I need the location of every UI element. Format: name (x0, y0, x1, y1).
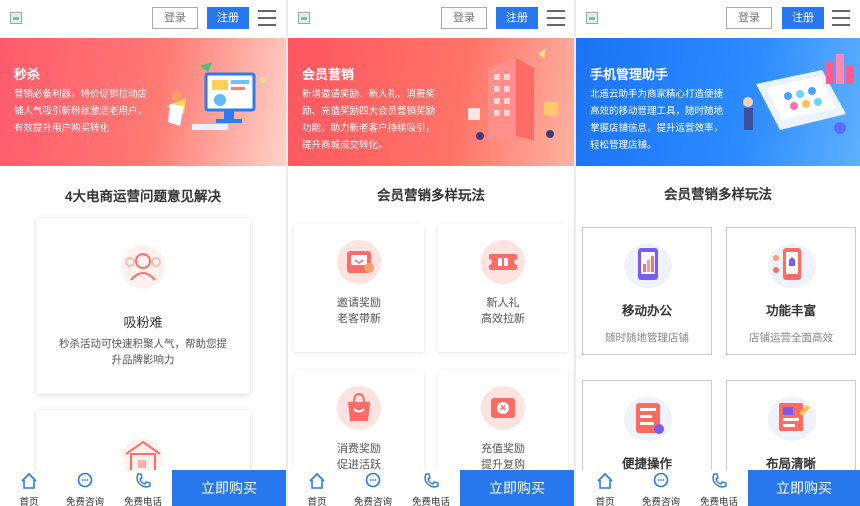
banner-text: 新增邀请奖励、新人礼、消费奖励、充值奖励四大会员营销奖励功能，助力新老客户持续吸… (302, 89, 436, 151)
footer-consult-label: 免费咨询 (641, 497, 680, 506)
footer-consult-label: 免费咨询 (353, 497, 392, 506)
card-title: 邀请奖励 (337, 297, 381, 309)
login-button[interactable]: 登录 (441, 7, 487, 29)
hamburger-menu-icon[interactable] (258, 10, 276, 26)
section-title: 会员营销多样玩法 (377, 188, 485, 203)
card-title: 消费奖励 (337, 443, 381, 455)
invite-reward-icon (337, 240, 381, 284)
building-illustration-icon (468, 48, 558, 140)
footer-consult[interactable]: 免费咨询 (56, 470, 114, 506)
footer-phone[interactable]: 免费电话 (402, 470, 460, 506)
card-title: 移动办公 (621, 304, 672, 318)
footer-phone-label: 免费电话 (411, 497, 450, 506)
footer-bar: 首页 免费咨询 免费电话 立即购买 (576, 470, 860, 506)
hamburger-menu-icon[interactable] (832, 10, 850, 26)
features-phone-icon (768, 244, 816, 288)
footer-phone-label: 免费电话 (699, 497, 738, 506)
section-title: 会员营销多样玩法 (664, 187, 772, 202)
panel-seckill: 登录 注册 秒杀 营销必备利器，特价促销拉动店铺人气吸引新粉丝激活老用户，有效提… (0, 0, 286, 506)
footer-home-label: 首页 (19, 497, 39, 506)
ticket-gift-icon (481, 240, 525, 284)
footer-home[interactable]: 首页 (0, 470, 58, 506)
logo-broken-image-icon[interactable] (586, 12, 598, 24)
banner: 秒杀 营销必备利器，特价促销拉动店铺人气吸引新粉丝激活老用户，有效提升用户购买转… (0, 38, 286, 166)
footer-phone-label: 免费电话 (123, 497, 162, 506)
login-button[interactable]: 登录 (152, 7, 198, 29)
footer-phone[interactable]: 免费电话 (114, 470, 172, 506)
panel-member-marketing: 登录 注册 会员营销 新增邀请奖励、新人礼、消费奖励、充值奖励四大会员营销奖励功… (288, 0, 574, 506)
feature-card[interactable]: 功能丰富 店铺运营全面高效 (726, 227, 856, 355)
section-title: 4大电商运营问题意见解决 (64, 189, 221, 204)
recharge-wallet-icon (481, 386, 525, 430)
home-icon (597, 472, 613, 489)
banner-text: 北遥云助手为商家精心打造便捷高效的移动管理工具，随时随地掌握店铺信息，提升运营效… (590, 89, 724, 151)
card-title: 吸粉难 (123, 315, 163, 330)
card-description: 秒杀活动可快速积聚人气，帮助您提升品牌影响力 (59, 338, 227, 366)
footer-home[interactable]: 首页 (576, 470, 634, 506)
footer-bar: 首页 免费咨询 免费电话 立即购买 (0, 470, 286, 506)
register-button[interactable]: 注册 (496, 7, 538, 29)
logo-broken-image-icon[interactable] (10, 12, 22, 24)
feature-card[interactable]: 新人礼 高效拉新 (438, 224, 568, 352)
shopping-bag-icon (337, 386, 381, 430)
chat-icon (653, 472, 669, 488)
card-title: 新人礼 (486, 297, 520, 309)
chat-icon (77, 472, 93, 488)
buy-now-button[interactable]: 立即购买 (748, 470, 860, 506)
footer-consult[interactable]: 免费咨询 (632, 470, 690, 506)
clear-layout-icon (768, 397, 816, 441)
footer-phone[interactable]: 免费电话 (690, 470, 748, 506)
home-icon (21, 472, 37, 489)
register-button[interactable]: 注册 (782, 7, 824, 29)
footer-home-label: 首页 (595, 497, 615, 506)
footer-consult[interactable]: 免费咨询 (344, 470, 402, 506)
hamburger-menu-icon[interactable] (547, 10, 565, 26)
home-icon (309, 472, 325, 489)
feature-card[interactable]: 吸粉难 秒杀活动可快速积聚人气，帮助您提升品牌影响力 (36, 218, 250, 394)
login-button[interactable]: 登录 (726, 7, 772, 29)
header: 登录 注册 (0, 0, 286, 38)
buy-now-button[interactable]: 立即购买 (460, 470, 574, 506)
phone-icon (712, 473, 727, 488)
banner-title: 手机管理助手 (590, 67, 669, 82)
footer-home[interactable]: 首页 (288, 470, 346, 506)
easy-operation-icon (624, 397, 672, 441)
card-subtitle: 老客带新 (337, 313, 381, 325)
footer-home-label: 首页 (307, 497, 327, 506)
chat-icon (365, 472, 381, 488)
header: 登录 注册 (576, 0, 860, 38)
banner: 手机管理助手 北遥云助手为商家精心打造便捷高效的移动管理工具，随时随地掌握店铺信… (576, 38, 860, 166)
mobile-office-icon (624, 244, 672, 288)
phone-icon (424, 473, 439, 488)
seckill-illustration-icon (166, 62, 265, 130)
card-description: 随时随地管理店铺 (605, 332, 689, 344)
card-subtitle: 高效拉新 (481, 313, 525, 325)
register-button[interactable]: 注册 (207, 7, 249, 29)
card-title: 功能丰富 (765, 304, 816, 318)
feature-card[interactable]: 邀请奖励 老客带新 (294, 224, 424, 352)
buy-now-button[interactable]: 立即购买 (172, 470, 286, 506)
dashboard-illustration-icon (743, 54, 854, 134)
banner-title: 秒杀 (14, 67, 41, 82)
logo-broken-image-icon[interactable] (298, 12, 310, 24)
feature-card[interactable]: 移动办公 随时随地管理店铺 (582, 227, 712, 355)
card-title: 充值奖励 (481, 443, 525, 455)
banner: 会员营销 新增邀请奖励、新人礼、消费奖励、充值奖励四大会员营销奖励功能，助力新老… (288, 38, 574, 166)
footer-bar: 首页 免费咨询 免费电话 立即购买 (288, 470, 574, 506)
panel-mobile-assistant: 登录 注册 手机管理助手 北遥云助手为商家精心打造便捷高效的移动管理工具，随时随… (576, 0, 860, 506)
banner-title: 会员营销 (302, 67, 355, 82)
header: 登录 注册 (288, 0, 574, 38)
footer-consult-label: 免费咨询 (65, 497, 104, 506)
card-description: 店铺运营全面高效 (749, 332, 833, 344)
phone-icon (136, 473, 151, 488)
users-icon (121, 245, 165, 289)
banner-text: 营销必备利器，特价促销拉动店铺人气吸引新粉丝激活老用户，有效提升用户购买转化 (14, 89, 148, 134)
